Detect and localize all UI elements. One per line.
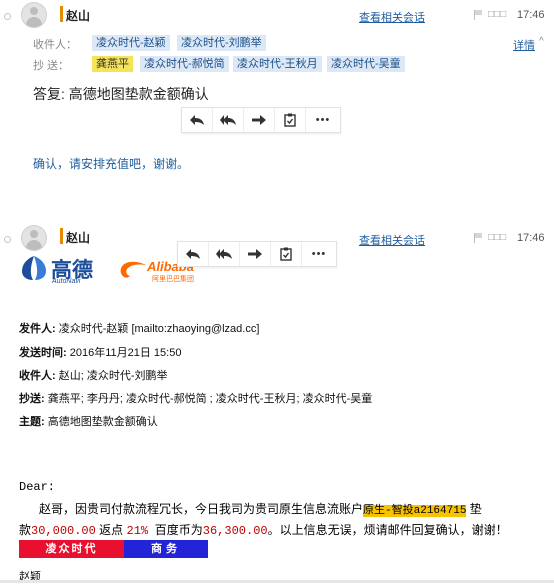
reply-all-button[interactable] bbox=[209, 242, 240, 266]
reply-icon bbox=[186, 249, 200, 259]
cc-chip[interactable]: 龚燕平 bbox=[92, 56, 133, 72]
quoted-subject-value: 高德地图垫款金额确认 bbox=[47, 416, 158, 428]
reply-button[interactable] bbox=[178, 242, 209, 266]
reply-button[interactable] bbox=[182, 108, 213, 132]
message-toolbar: ••• bbox=[177, 241, 337, 267]
quoted-sent-value: 2016年11月21日 15:50 bbox=[69, 347, 182, 359]
timestamp: 17:46 bbox=[517, 9, 545, 21]
quoted-cc-label: 抄送: bbox=[19, 393, 45, 405]
body-line-2: 款30,000.00 返点 21% 百度币为36,300.00。以上信息无误，烦… bbox=[19, 521, 508, 538]
quoted-cc-value: 龚燕平; 李丹丹; 凌众时代-郝悦简 ; 凌众时代-王秋月; 凌众时代-吴童 bbox=[47, 393, 373, 405]
status-text: □□□ bbox=[488, 232, 507, 243]
forward-button[interactable] bbox=[240, 242, 271, 266]
body-line-1: 赵哥，因贵司付款流程冗长，今日我司为贵司原生信息流账户原生-智投a2164715… bbox=[39, 500, 482, 517]
recipient-chip[interactable]: 凌众时代-赵颖 bbox=[92, 35, 170, 51]
alibaba-logo-icon bbox=[118, 259, 148, 281]
body-text: 款 bbox=[19, 523, 32, 537]
reply-all-icon bbox=[220, 115, 236, 125]
quoted-from: 发件人: 凌众时代-赵颖 [mailto:zhaoying@lzad.cc] bbox=[19, 320, 259, 336]
rebate-value: 21% bbox=[126, 524, 149, 538]
more-button[interactable]: ••• bbox=[306, 108, 340, 132]
recipient-chip[interactable]: 凌众时代-刘鹏举 bbox=[177, 35, 266, 51]
quoted-subject-label: 主题: bbox=[19, 416, 45, 428]
to-label: 收件人： bbox=[33, 39, 77, 51]
chevron-up-icon[interactable]: ^ bbox=[539, 36, 544, 47]
forward-icon bbox=[252, 115, 266, 125]
account-highlight: 原生-智投a2164715 bbox=[363, 505, 467, 517]
reply-all-icon bbox=[216, 249, 232, 259]
related-conversation-link[interactable]: 查看相关会话 bbox=[359, 9, 425, 25]
thread-marker bbox=[4, 13, 11, 20]
avatar[interactable] bbox=[21, 2, 47, 28]
cc-chip[interactable]: 凌众时代-王秋月 bbox=[233, 56, 322, 72]
forward-button[interactable] bbox=[244, 108, 275, 132]
timestamp: 17:46 bbox=[517, 232, 545, 244]
more-icon: ••• bbox=[311, 248, 327, 260]
subject: 答复: 高德地图垫款金额确认 bbox=[33, 86, 209, 102]
quoted-subject: 主题: 高德地图垫款金额确认 bbox=[19, 413, 158, 429]
greeting: Dear: bbox=[19, 480, 56, 494]
advance-amount: 30,000.00 bbox=[31, 524, 96, 538]
flag-icon[interactable] bbox=[474, 10, 483, 20]
message-toolbar: ••• bbox=[181, 107, 341, 133]
cc-label: 抄 送： bbox=[33, 60, 70, 72]
quoted-to-label: 收件人: bbox=[19, 370, 56, 382]
related-conversation-link[interactable]: 查看相关会话 bbox=[359, 232, 425, 248]
sender-accent bbox=[60, 228, 63, 244]
sender-name[interactable]: 赵山 bbox=[66, 7, 90, 24]
gaode-logo-subtext: AutoNavi bbox=[52, 278, 81, 285]
baidu-amount: 36,300.00 bbox=[202, 524, 268, 538]
quoted-from-value: 凌众时代-赵颖 [mailto:zhaoying@lzad.cc] bbox=[58, 323, 260, 335]
alibaba-logo-subtext: 阿里巴巴集团 bbox=[152, 276, 194, 283]
quoted-to: 收件人: 赵山; 凌众时代-刘鹏举 bbox=[19, 367, 168, 383]
status-text: □□□ bbox=[488, 9, 507, 20]
flag-icon[interactable] bbox=[474, 233, 483, 243]
avatar[interactable] bbox=[21, 225, 47, 251]
signature-company: 凌众时代 bbox=[19, 540, 124, 558]
notes-button[interactable] bbox=[271, 242, 302, 266]
thread-marker bbox=[4, 236, 11, 243]
quoted-sent: 发送时间: 2016年11月21日 15:50 bbox=[19, 344, 181, 360]
clipboard-icon bbox=[280, 247, 292, 261]
rebate-label: 返点 bbox=[95, 523, 127, 537]
forward-icon bbox=[248, 249, 262, 259]
quoted-from-label: 发件人: bbox=[19, 323, 56, 335]
reply-icon bbox=[190, 115, 204, 125]
signature-department: 商务 bbox=[124, 540, 208, 558]
notes-button[interactable] bbox=[275, 108, 306, 132]
gaode-logo-icon bbox=[20, 255, 48, 281]
cc-chip[interactable]: 凌众时代-吴童 bbox=[327, 56, 405, 72]
quoted-to-value: 赵山; 凌众时代-刘鹏举 bbox=[58, 370, 168, 382]
more-button[interactable]: ••• bbox=[302, 242, 336, 266]
clipboard-icon bbox=[284, 113, 296, 127]
body-text: 。以上信息无误，烦请邮件回复确认，谢谢！ bbox=[267, 523, 508, 537]
cc-chip[interactable]: 凌众时代-郝悦简 bbox=[140, 56, 229, 72]
more-icon: ••• bbox=[315, 114, 331, 126]
baidu-label: 百度币为 bbox=[148, 523, 203, 537]
body-text: 垫 bbox=[466, 502, 482, 516]
quoted-sent-label: 发送时间: bbox=[19, 347, 67, 359]
body-text: 赵哥，因贵司付款流程冗长，今日我司为贵司原生信息流账户 bbox=[39, 502, 364, 516]
details-link[interactable]: 详情 bbox=[513, 37, 535, 53]
sender-name[interactable]: 赵山 bbox=[66, 229, 90, 246]
reply-all-button[interactable] bbox=[213, 108, 244, 132]
message-body: 确认，请安排充值吧，谢谢。 bbox=[33, 157, 190, 171]
sender-accent bbox=[60, 6, 63, 22]
quoted-cc: 抄送: 龚燕平; 李丹丹; 凌众时代-郝悦简 ; 凌众时代-王秋月; 凌众时代-… bbox=[19, 390, 372, 406]
